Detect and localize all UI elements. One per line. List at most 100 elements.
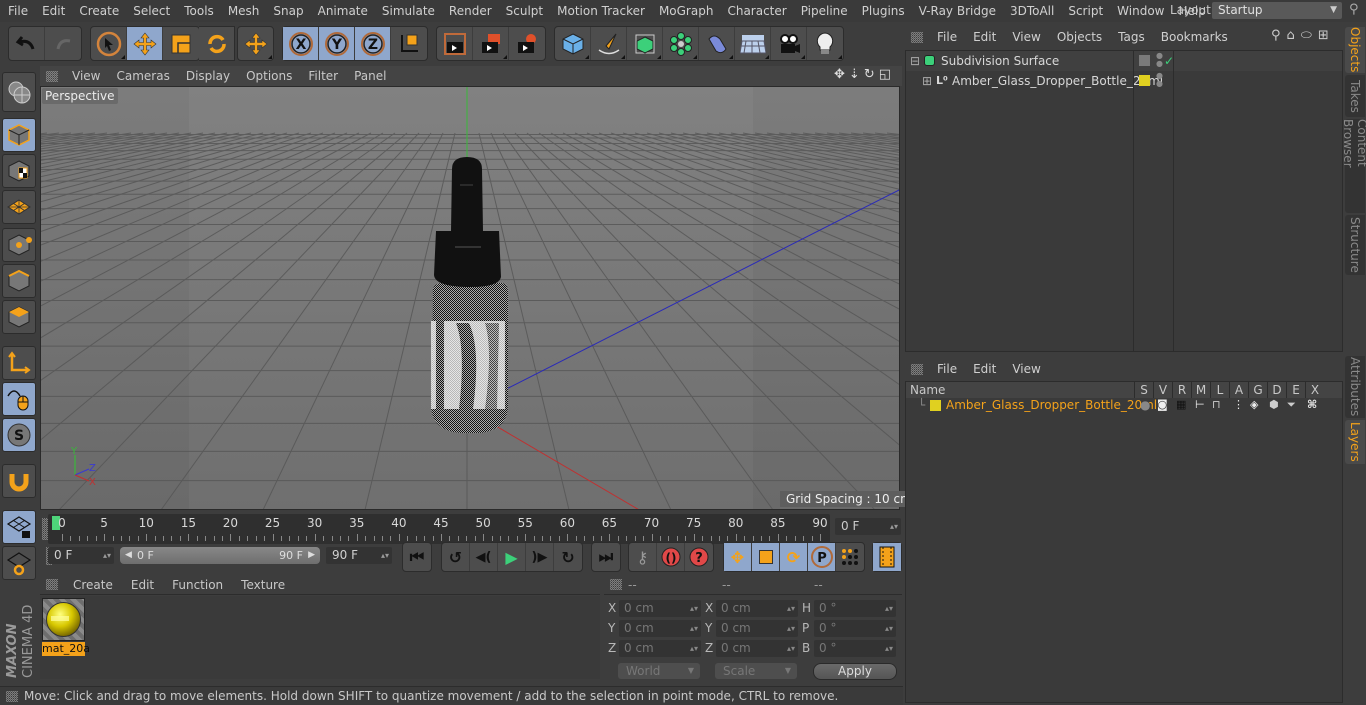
grip-icon[interactable] bbox=[46, 70, 58, 82]
tab-objects[interactable]: Objects bbox=[1345, 27, 1365, 73]
size-mode-select[interactable]: Scale ▼ bbox=[715, 663, 797, 679]
camera-button[interactable] bbox=[771, 27, 807, 60]
spinner-icon[interactable]: ▴▾ bbox=[690, 600, 698, 617]
grip-icon[interactable] bbox=[610, 579, 622, 590]
rot-b-field[interactable]: 0 ° ▴▾ bbox=[814, 640, 896, 657]
column-render[interactable]: R bbox=[1172, 382, 1191, 398]
edges-mode-button[interactable] bbox=[2, 264, 36, 298]
object-menu-tags[interactable]: Tags bbox=[1110, 30, 1153, 44]
grip-icon[interactable] bbox=[911, 363, 923, 375]
grip-icon[interactable] bbox=[911, 31, 923, 43]
z-axis-lock-button[interactable]: Z bbox=[355, 27, 391, 60]
current-frame-field[interactable]: 0 F ▴▾ bbox=[835, 518, 901, 535]
material-menu-create[interactable]: Create bbox=[64, 578, 122, 592]
scale-tool-button[interactable] bbox=[163, 27, 199, 60]
workplane-mode-button[interactable] bbox=[2, 190, 36, 224]
texture-mode-button[interactable] bbox=[2, 154, 36, 188]
model-mode-button[interactable] bbox=[2, 118, 36, 152]
auto-key-button[interactable]: ? bbox=[685, 543, 713, 571]
y-axis-lock-button[interactable]: Y bbox=[319, 27, 355, 60]
size-y-field[interactable]: 0 cm ▴▾ bbox=[716, 620, 798, 637]
generators-toggle-icon[interactable]: ◈ bbox=[1250, 398, 1258, 411]
deformers-toggle-icon[interactable]: ⬢ bbox=[1269, 398, 1279, 411]
tab-takes[interactable]: Takes bbox=[1345, 75, 1365, 117]
viewport-menu-display[interactable]: Display bbox=[178, 69, 238, 83]
animation-toggle-icon[interactable]: ⋮ bbox=[1233, 398, 1244, 411]
column-locked[interactable]: L bbox=[1210, 382, 1229, 398]
rot-p-field[interactable]: 0 ° ▴▾ bbox=[814, 620, 896, 637]
timeline-window-button[interactable] bbox=[873, 543, 901, 571]
coordinate-mode-select[interactable]: World ▼ bbox=[618, 663, 700, 679]
toggle-layout-icon[interactable]: ◱ bbox=[879, 67, 891, 82]
grip-icon[interactable] bbox=[6, 690, 18, 702]
manager-toggle-icon[interactable]: ⊢ bbox=[1195, 398, 1205, 411]
layer-name[interactable]: Amber_Glass_Dropper_Bottle_20ml bbox=[946, 398, 1157, 412]
column-expressions[interactable]: E bbox=[1286, 382, 1305, 398]
menu-select[interactable]: Select bbox=[126, 4, 177, 18]
pan-icon[interactable]: ✥ bbox=[834, 67, 845, 82]
menu-sculpt[interactable]: Sculpt bbox=[499, 4, 550, 18]
spinner-icon[interactable]: ▴▾ bbox=[787, 640, 795, 657]
menu-pipeline[interactable]: Pipeline bbox=[794, 4, 855, 18]
object-menu-file[interactable]: File bbox=[929, 30, 965, 44]
menu-plugins[interactable]: Plugins bbox=[855, 4, 912, 18]
key-parameter-button[interactable]: P bbox=[808, 543, 836, 571]
prev-key-button[interactable]: ↺ bbox=[442, 543, 470, 571]
spinner-icon[interactable]: ▴▾ bbox=[787, 600, 795, 617]
key-scale-button[interactable] bbox=[752, 543, 780, 571]
goto-start-button[interactable]: ⏮ bbox=[403, 543, 431, 571]
layer-menu-view[interactable]: View bbox=[1004, 362, 1048, 376]
lock-toggle-icon[interactable]: ⊓ bbox=[1212, 398, 1221, 411]
cloner-button[interactable] bbox=[663, 27, 699, 60]
spinner-icon[interactable]: ▴▾ bbox=[885, 620, 893, 637]
column-name[interactable]: Name bbox=[910, 382, 945, 398]
layer-menu-file[interactable]: File bbox=[929, 362, 965, 376]
layer-color-swatch[interactable] bbox=[1139, 55, 1150, 66]
orbit-icon[interactable]: ↻ bbox=[864, 67, 875, 82]
floor-button[interactable] bbox=[735, 27, 771, 60]
menu-render[interactable]: Render bbox=[442, 4, 499, 18]
next-key-button[interactable]: ↻ bbox=[554, 543, 582, 571]
spinner-icon[interactable]: ▴▾ bbox=[103, 547, 111, 564]
cube-button[interactable] bbox=[555, 27, 591, 60]
pos-z-field[interactable]: 0 cm ▴▾ bbox=[619, 640, 701, 657]
menu-mograph[interactable]: MoGraph bbox=[652, 4, 721, 18]
viewport-menu-view[interactable]: View bbox=[64, 69, 108, 83]
pen-button[interactable] bbox=[591, 27, 627, 60]
menu-window[interactable]: Window bbox=[1110, 4, 1171, 18]
tab-layers[interactable]: Layers bbox=[1345, 420, 1365, 464]
3d-viewport[interactable]: Y Z X bbox=[40, 86, 900, 510]
solo-toggle-icon[interactable]: ● bbox=[1140, 398, 1150, 412]
key-rotation-button[interactable]: ⟳ bbox=[780, 543, 808, 571]
spinner-icon[interactable]: ▴▾ bbox=[885, 640, 893, 657]
expand-icon[interactable]: ⊞ bbox=[922, 71, 932, 91]
object-menu-objects[interactable]: Objects bbox=[1049, 30, 1110, 44]
menu-mesh[interactable]: Mesh bbox=[221, 4, 267, 18]
rotate-tool-button[interactable] bbox=[199, 27, 234, 60]
deformer-button[interactable] bbox=[699, 27, 735, 60]
spinner-icon[interactable]: ▴▾ bbox=[690, 640, 698, 657]
tweak-mode-button[interactable] bbox=[2, 382, 36, 416]
viewport-menu-panel[interactable]: Panel bbox=[346, 69, 394, 83]
pos-y-field[interactable]: 0 cm ▴▾ bbox=[619, 620, 701, 637]
render-settings-button[interactable] bbox=[509, 27, 545, 60]
menu-edit[interactable]: Edit bbox=[35, 4, 72, 18]
layer-color-swatch[interactable] bbox=[930, 400, 941, 411]
snap-button[interactable] bbox=[2, 464, 36, 498]
menu-animate[interactable]: Animate bbox=[311, 4, 375, 18]
render-view-button[interactable] bbox=[437, 27, 473, 60]
tab-attributes[interactable]: Attributes bbox=[1345, 356, 1365, 418]
spinner-icon[interactable]: ▴▾ bbox=[690, 620, 698, 637]
search-icon[interactable]: ⚲ bbox=[1271, 28, 1281, 43]
menu-vray-bridge[interactable]: V-Ray Bridge bbox=[912, 4, 1003, 18]
x-axis-lock-button[interactable]: X bbox=[283, 27, 319, 60]
prev-frame-button[interactable]: ◀( bbox=[470, 543, 498, 571]
new-window-icon[interactable]: ⊞ bbox=[1318, 28, 1329, 43]
column-generators[interactable]: G bbox=[1248, 382, 1267, 398]
expressions-toggle-icon[interactable]: ⏷ bbox=[1287, 398, 1296, 412]
object-name[interactable]: Amber_Glass_Dropper_Bottle_20ml bbox=[952, 71, 1163, 91]
range-left-arrow-icon[interactable]: ◀ bbox=[125, 547, 132, 564]
spinner-icon[interactable]: ▴▾ bbox=[381, 547, 389, 564]
frame-range-slider[interactable]: ◀ 0 F 90 F ▶ bbox=[120, 547, 320, 564]
object-menu-edit[interactable]: Edit bbox=[965, 30, 1004, 44]
